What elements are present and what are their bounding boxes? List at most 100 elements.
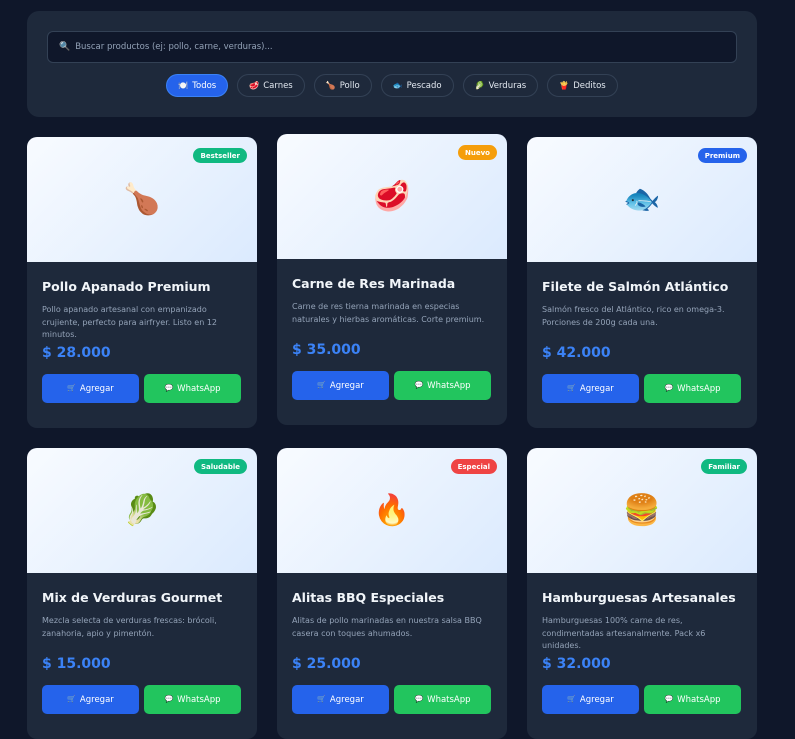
product-description: Pollo apanado artesanal con empanizado c… xyxy=(42,305,218,339)
search-icon: 🔍 xyxy=(59,41,71,52)
product-card: Nuevo 🥩 Carne de Res Marinada Carne de r… xyxy=(277,134,507,425)
product-card: Especial 🔥 Alitas BBQ Especiales Alitas … xyxy=(277,448,507,739)
product-title: Pollo Apanado Premium xyxy=(42,279,211,294)
plate-icon: 🍽️ xyxy=(178,80,189,90)
whatsapp-button[interactable]: 💬 WhatsApp xyxy=(394,685,491,714)
meat-icon: 🥩 xyxy=(373,178,411,214)
filter-chip-label: Carnes xyxy=(263,80,293,91)
chat-bubble-icon: 💬 xyxy=(414,695,424,703)
product-badge: Familiar xyxy=(701,459,747,474)
filter-chip-label: Pollo xyxy=(339,80,360,91)
cart-icon: 🛒 xyxy=(567,384,576,392)
add-to-cart-button[interactable]: 🛒 Agregar xyxy=(292,685,389,714)
product-price: $ 25.000 xyxy=(292,656,361,672)
chat-bubble-icon: 💬 xyxy=(664,384,674,392)
add-to-cart-button[interactable]: 🛒 Agregar xyxy=(292,371,389,400)
filter-chip-pescado[interactable]: 🐟 Pescado xyxy=(380,74,454,97)
whatsapp-button[interactable]: 💬 WhatsApp xyxy=(644,374,741,403)
filter-chip-label: Pescado xyxy=(406,80,442,91)
cart-icon: 🛒 xyxy=(67,384,76,392)
product-badge: Especial xyxy=(450,459,497,474)
fish-icon: 🐟 xyxy=(392,80,403,90)
whatsapp-label: WhatsApp xyxy=(427,694,471,705)
filter-panel: 🔍 🍽️ Todos 🥩 Carnes 🍗 Pollo 🐟 Pescado 🥬 … xyxy=(27,11,757,117)
fish-icon: 🐟 xyxy=(623,181,661,217)
product-badge: Nuevo xyxy=(458,145,497,160)
product-image: Bestseller 🍗 xyxy=(27,137,257,262)
product-title: Alitas BBQ Especiales xyxy=(292,590,445,605)
add-to-cart-button[interactable]: 🛒 Agregar xyxy=(42,685,139,714)
filter-chip-carnes[interactable]: 🥩 Carnes xyxy=(237,74,305,97)
product-card: Familiar 🍔 Hamburguesas Artesanales Hamb… xyxy=(527,448,757,739)
product-image: Familiar 🍔 xyxy=(527,448,757,573)
add-to-cart-label: Agregar xyxy=(579,694,614,705)
fire-icon: 🔥 xyxy=(373,492,411,528)
filter-chip-label: Verduras xyxy=(488,80,527,91)
search-box[interactable]: 🔍 xyxy=(47,31,737,63)
filter-chip-label: Todos xyxy=(192,80,217,91)
chicken-leg-icon: 🍗 xyxy=(325,80,336,90)
product-description: Hamburguesas 100% carne de res, condimen… xyxy=(542,616,706,650)
whatsapp-button[interactable]: 💬 WhatsApp xyxy=(644,685,741,714)
product-title: Hamburguesas Artesanales xyxy=(542,590,736,605)
filter-chip-deditos[interactable]: 🍟 Deditos xyxy=(547,74,618,97)
add-to-cart-button[interactable]: 🛒 Agregar xyxy=(42,374,139,403)
cart-icon: 🛒 xyxy=(317,381,326,389)
product-image: Premium 🐟 xyxy=(527,137,757,262)
product-price: $ 28.000 xyxy=(42,345,111,361)
product-badge: Saludable xyxy=(193,459,247,474)
product-price: $ 35.000 xyxy=(292,342,361,358)
cart-icon: 🛒 xyxy=(67,695,76,703)
product-description: Salmón fresco del Atlántico, rico en ome… xyxy=(542,305,725,327)
product-image: Saludable 🥬 xyxy=(27,448,257,573)
whatsapp-label: WhatsApp xyxy=(427,380,471,391)
whatsapp-label: WhatsApp xyxy=(677,383,721,394)
meat-icon: 🥩 xyxy=(249,80,260,90)
add-to-cart-label: Agregar xyxy=(79,383,114,394)
product-title: Mix de Verduras Gourmet xyxy=(42,590,223,605)
chicken-leg-icon: 🍗 xyxy=(123,181,161,217)
product-image: Nuevo 🥩 xyxy=(277,134,507,259)
whatsapp-label: WhatsApp xyxy=(177,694,221,705)
whatsapp-button[interactable]: 💬 WhatsApp xyxy=(144,685,241,714)
product-title: Filete de Salmón Atlántico xyxy=(542,279,729,294)
filter-chip-verduras[interactable]: 🥬 Verduras xyxy=(462,74,539,97)
chat-bubble-icon: 💬 xyxy=(414,381,424,389)
leafy-greens-icon: 🥬 xyxy=(123,492,161,528)
add-to-cart-label: Agregar xyxy=(579,383,614,394)
add-to-cart-label: Agregar xyxy=(79,694,114,705)
filter-chip-label: Deditos xyxy=(573,80,606,91)
leafy-greens-icon: 🥬 xyxy=(474,80,485,90)
product-description: Mezcla selecta de verduras frescas: bróc… xyxy=(42,616,217,638)
product-price: $ 32.000 xyxy=(542,656,611,672)
filter-chip-pollo[interactable]: 🍗 Pollo xyxy=(313,74,372,97)
whatsapp-label: WhatsApp xyxy=(677,694,721,705)
product-card: Saludable 🥬 Mix de Verduras Gourmet Mezc… xyxy=(27,448,257,739)
chat-bubble-icon: 💬 xyxy=(164,695,174,703)
product-card: Premium 🐟 Filete de Salmón Atlántico Sal… xyxy=(527,137,757,428)
product-price: $ 42.000 xyxy=(542,345,611,361)
product-badge: Bestseller xyxy=(193,148,247,163)
cart-icon: 🛒 xyxy=(317,695,326,703)
search-input[interactable] xyxy=(75,42,736,52)
cart-icon: 🛒 xyxy=(567,695,576,703)
product-image: Especial 🔥 xyxy=(277,448,507,573)
product-description: Carne de res tierna marinada en especias… xyxy=(292,302,485,324)
whatsapp-button[interactable]: 💬 WhatsApp xyxy=(144,374,241,403)
category-filters: 🍽️ Todos 🥩 Carnes 🍗 Pollo 🐟 Pescado 🥬 Ve… xyxy=(27,74,757,97)
burger-icon: 🍔 xyxy=(623,492,661,528)
whatsapp-label: WhatsApp xyxy=(177,383,221,394)
filter-chip-todos[interactable]: 🍽️ Todos xyxy=(166,74,229,97)
add-to-cart-label: Agregar xyxy=(329,694,364,705)
product-badge: Premium xyxy=(697,148,747,163)
product-card: Bestseller 🍗 Pollo Apanado Premium Pollo… xyxy=(27,137,257,428)
whatsapp-button[interactable]: 💬 WhatsApp xyxy=(394,371,491,400)
add-to-cart-label: Agregar xyxy=(329,380,364,391)
product-title: Carne de Res Marinada xyxy=(292,276,456,291)
chat-bubble-icon: 💬 xyxy=(164,384,174,392)
fries-icon: 🍟 xyxy=(559,80,570,90)
chat-bubble-icon: 💬 xyxy=(664,695,674,703)
product-price: $ 15.000 xyxy=(42,656,111,672)
add-to-cart-button[interactable]: 🛒 Agregar xyxy=(542,374,639,403)
add-to-cart-button[interactable]: 🛒 Agregar xyxy=(542,685,639,714)
